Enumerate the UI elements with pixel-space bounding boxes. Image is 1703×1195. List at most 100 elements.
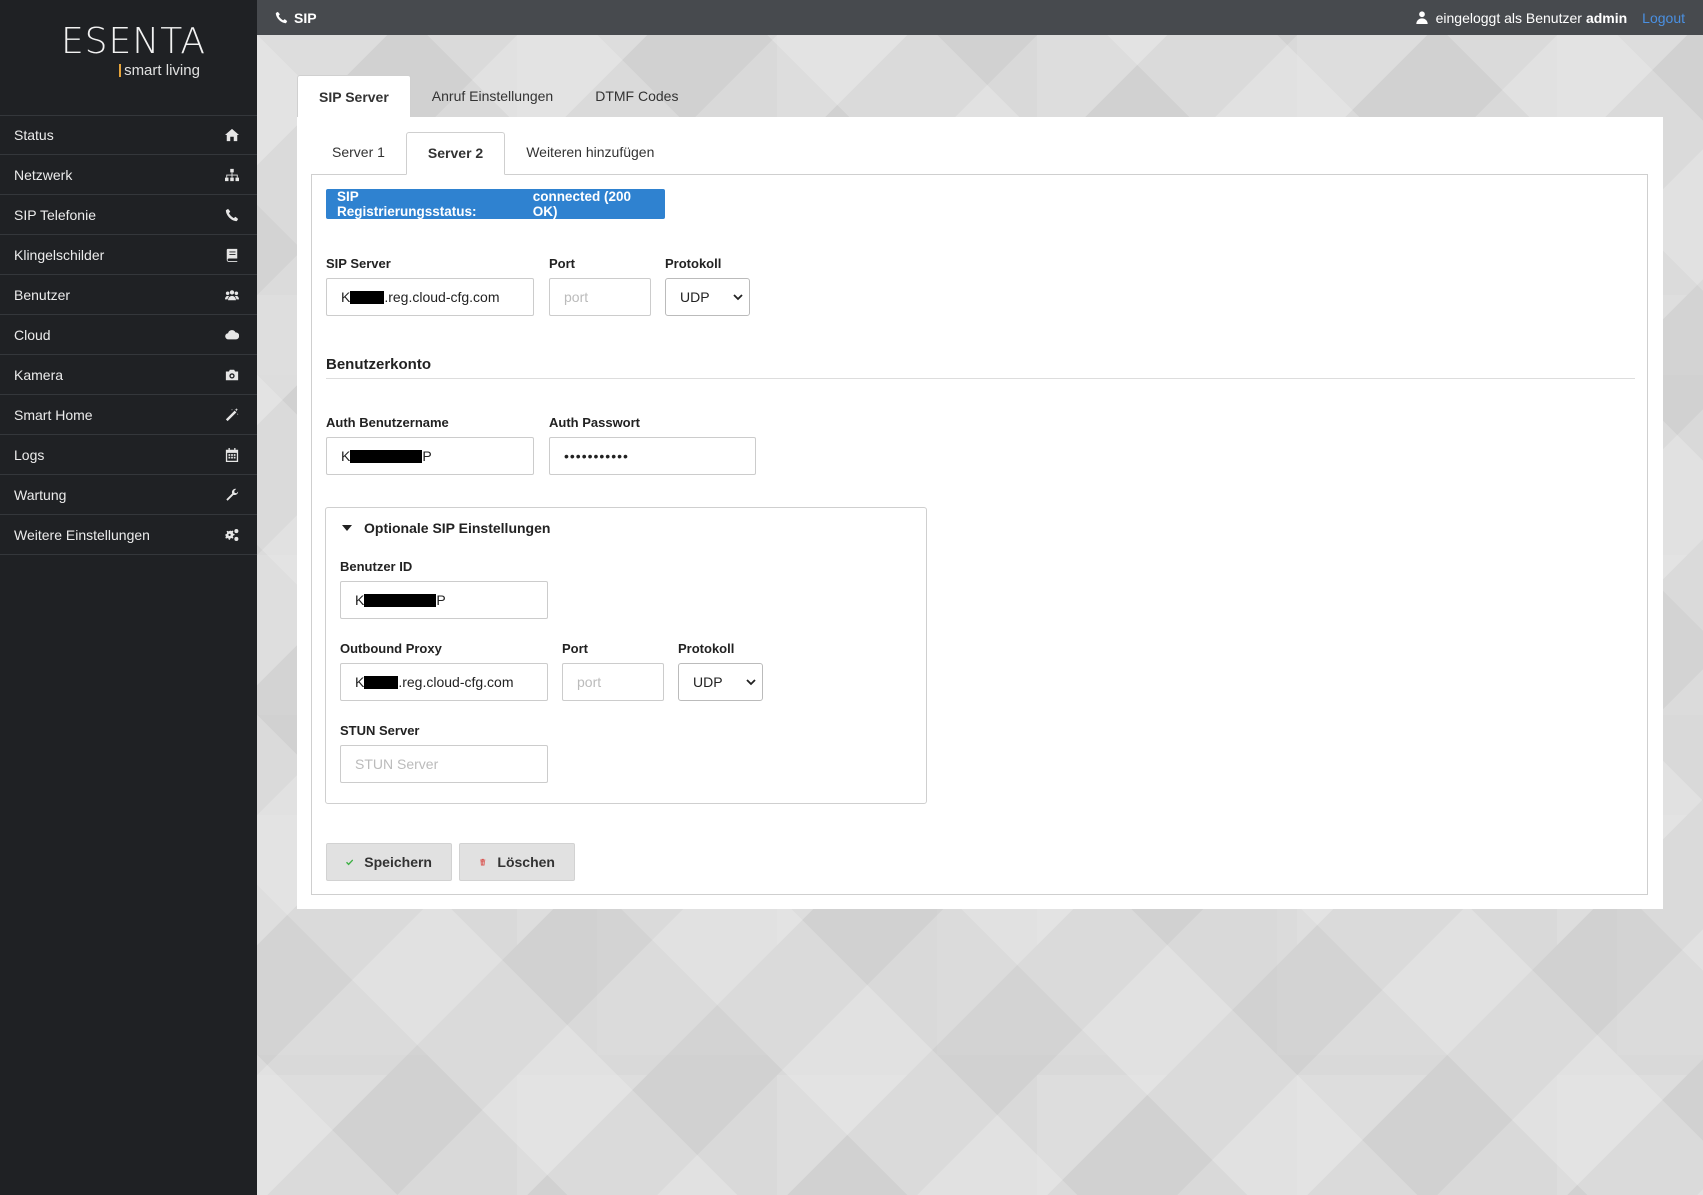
proxy-protocol-value: UDP [693, 674, 723, 690]
cloud-icon [224, 327, 240, 343]
sidebar-item-wartung[interactable]: Wartung [0, 475, 257, 515]
server-tabs: Server 1 Server 2 Weiteren hinzufügen [311, 132, 675, 175]
sidebar-nav: Status Netzwerk SIP Telefonie Klingelsch… [0, 115, 257, 555]
brand-tagline-text: smart living [124, 62, 200, 79]
optional-settings-box: Optionale SIP Einstellungen Benutzer ID … [325, 507, 927, 804]
sidebar-item-label: Weitere Einstellungen [14, 526, 150, 543]
tab-anruf-einstellungen[interactable]: Anruf Einstellungen [411, 75, 574, 118]
port-input[interactable]: port [549, 278, 651, 316]
sidebar-item-netzwerk[interactable]: Netzwerk [0, 155, 257, 195]
brand-logo[interactable]: ESENTA smart living [0, 0, 257, 115]
sitemap-icon [224, 167, 240, 183]
logo-accent-bar [119, 64, 122, 77]
server-form: SIP Registrierungsstatus: connected (200… [311, 174, 1648, 895]
sidebar-item-weitere-einstellungen[interactable]: Weitere Einstellungen [0, 515, 257, 555]
outbound-proxy-input[interactable]: K .reg.cloud-cfg.com [340, 663, 548, 701]
main-tabs: SIP Server Anruf Einstellungen DTMF Code… [297, 75, 699, 118]
sidebar-item-label: Benutzer [14, 286, 71, 303]
content-area: SIP Server Anruf Einstellungen DTMF Code… [257, 35, 1703, 1195]
outbound-proxy-label: Outbound Proxy [340, 641, 442, 656]
camera-icon [224, 367, 240, 383]
brand-tagline: smart living [119, 62, 200, 79]
cogs-icon [224, 527, 240, 543]
sidebar-item-label: SIP Telefonie [14, 206, 96, 223]
redacted-block [364, 675, 399, 689]
status-badge: SIP Registrierungsstatus: connected (200… [326, 189, 665, 219]
phone-icon [275, 11, 288, 24]
login-prefix: eingeloggt als Benutzer [1435, 9, 1582, 26]
logout-link[interactable]: Logout [1642, 10, 1685, 26]
redacted-block [350, 449, 423, 463]
section-divider [326, 378, 1635, 379]
chevron-down-icon [733, 294, 743, 301]
sidebar-item-sip-telefonie[interactable]: SIP Telefonie [0, 195, 257, 235]
status-value: connected (200 OK) [532, 189, 631, 219]
save-button[interactable]: Speichern [326, 843, 452, 881]
stun-server-label: STUN Server [340, 723, 420, 738]
book-icon [224, 247, 240, 263]
topbar: SIP eingeloggt als Benutzer admin Logout [257, 0, 1703, 35]
wrench-icon [224, 487, 240, 503]
sidebar-item-benutzer[interactable]: Benutzer [0, 275, 257, 315]
sidebar-item-klingelschilder[interactable]: Klingelschilder [0, 235, 257, 275]
protocol-select[interactable]: UDP [665, 278, 750, 316]
proxy-protocol-select[interactable]: UDP [678, 663, 763, 701]
brand-name: ESENTA [60, 21, 207, 62]
tab-server-2[interactable]: Server 2 [405, 132, 506, 175]
proxy-protocol-label: Protokoll [678, 641, 735, 656]
protocol-label: Protokoll [665, 256, 722, 271]
redacted-block [364, 593, 437, 607]
sidebar-item-label: Netzwerk [14, 166, 73, 183]
sip-server-suffix: .reg.cloud-cfg.com [384, 289, 500, 305]
proxy-port-input[interactable]: port [562, 663, 664, 701]
tab-sip-server[interactable]: SIP Server [297, 75, 411, 118]
sip-server-label: SIP Server [326, 256, 391, 271]
sidebar-item-smart-home[interactable]: Smart Home [0, 395, 257, 435]
status-label: SIP Registrierungsstatus: [337, 189, 477, 219]
home-icon [224, 127, 240, 143]
delete-button[interactable]: Löschen [459, 843, 575, 881]
sidebar-item-logs[interactable]: Logs [0, 435, 257, 475]
auth-user-suffix: P [422, 448, 432, 464]
tab-add-server[interactable]: Weiteren hinzufügen [505, 132, 675, 175]
phone-icon [224, 207, 240, 223]
tab-server-1[interactable]: Server 1 [311, 132, 406, 175]
user-id-label: Benutzer ID [340, 559, 413, 574]
sidebar-item-label: Status [14, 127, 54, 143]
auth-pass-label: Auth Passwort [549, 415, 641, 430]
tab-dtmf-codes[interactable]: DTMF Codes [574, 75, 699, 118]
user-icon [1415, 11, 1428, 24]
sidebar: ESENTA smart living Status Netzwerk SIP … [0, 0, 257, 1195]
sidebar-item-kamera[interactable]: Kamera [0, 355, 257, 395]
sidebar-item-label: Cloud [14, 326, 51, 343]
auth-user-input[interactable]: KP [326, 437, 534, 475]
stun-server-input[interactable]: STUN Server [340, 745, 548, 783]
auth-pass-input[interactable]: ••••••••••• [549, 437, 756, 475]
proxy-prefix: K [355, 674, 365, 690]
proxy-suffix: .reg.cloud-cfg.com [398, 674, 514, 690]
sip-server-prefix: K [341, 289, 351, 305]
sidebar-item-label: Kamera [14, 366, 64, 383]
sidebar-item-label: Smart Home [14, 406, 93, 423]
sidebar-item-label: Klingelschilder [14, 246, 105, 263]
tab-panel: Server 1 Server 2 Weiteren hinzufügen SI… [297, 117, 1663, 909]
sidebar-item-cloud[interactable]: Cloud [0, 315, 257, 355]
sidebar-item-status[interactable]: Status [0, 115, 257, 155]
optional-settings-toggle[interactable]: Optionale SIP Einstellungen [342, 520, 550, 536]
redacted-block [350, 290, 385, 304]
port-label: Port [549, 256, 575, 271]
user-id-suffix: P [436, 592, 446, 608]
sip-server-input[interactable]: K .reg.cloud-cfg.com [326, 278, 534, 316]
user-status: eingeloggt als Benutzer admin Logout [1415, 9, 1685, 26]
page-title: SIP [275, 10, 317, 26]
username: admin [1585, 9, 1628, 26]
protocol-value: UDP [680, 289, 710, 305]
auth-user-prefix: K [341, 448, 351, 464]
chevron-down-icon [746, 679, 756, 686]
user-id-prefix: K [355, 592, 365, 608]
page-title-text: SIP [294, 9, 317, 26]
trash-icon [480, 858, 486, 866]
optional-settings-title: Optionale SIP Einstellungen [364, 520, 551, 536]
user-id-input[interactable]: KP [340, 581, 548, 619]
magic-wand-icon [224, 407, 240, 423]
